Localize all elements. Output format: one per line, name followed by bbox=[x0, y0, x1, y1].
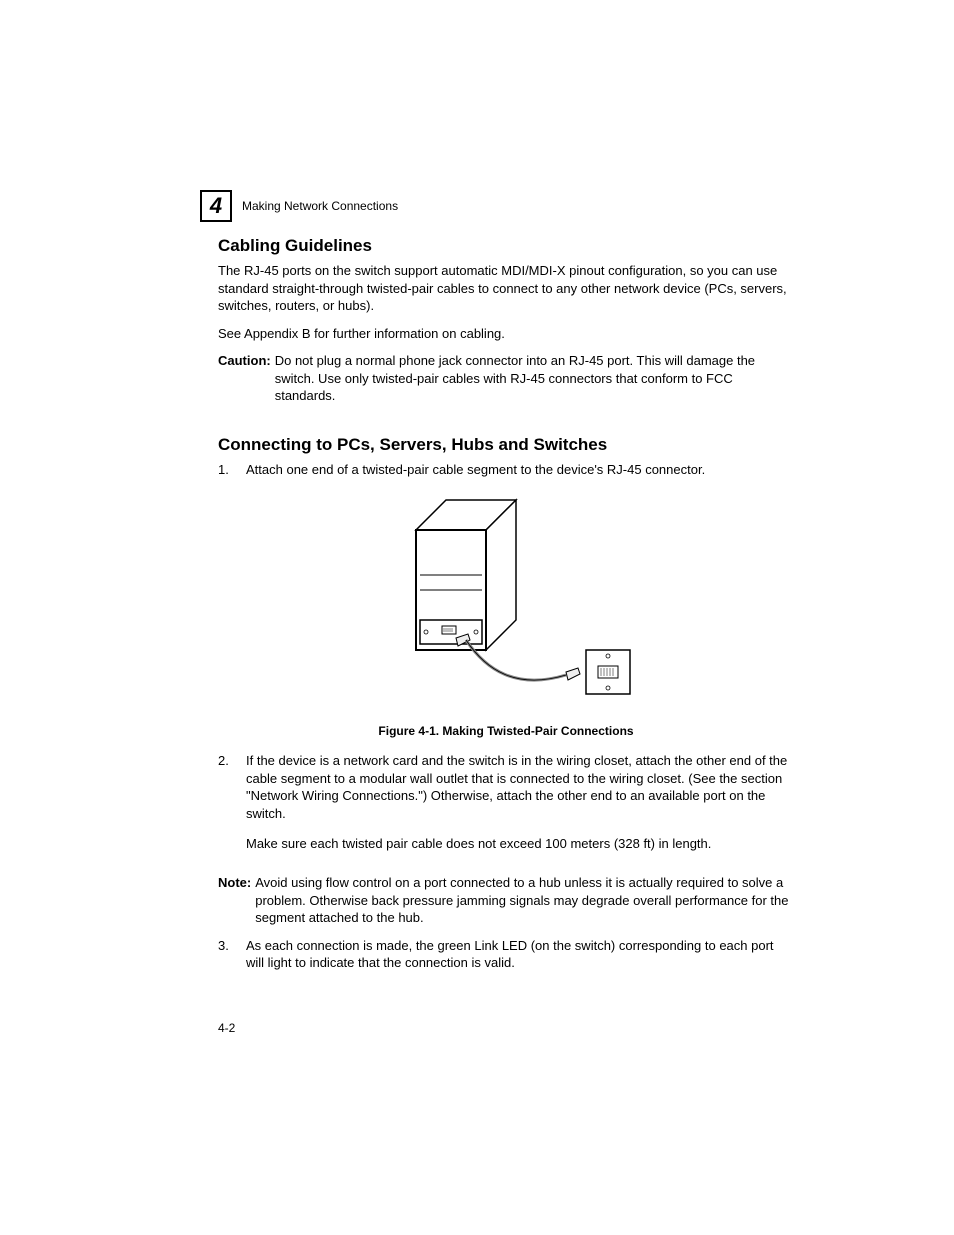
list-number: 1. bbox=[218, 461, 246, 479]
list-body: Make sure each twisted pair cable does n… bbox=[246, 835, 794, 853]
list-item: 1. Attach one end of a twisted-pair cabl… bbox=[218, 461, 794, 479]
list-body: As each connection is made, the green Li… bbox=[246, 937, 794, 972]
list-number: 3. bbox=[218, 937, 246, 972]
list-item: 2. If the device is a network card and t… bbox=[218, 752, 794, 864]
note-label: Note: bbox=[218, 874, 255, 927]
section-title-cabling: Cabling Guidelines bbox=[218, 236, 794, 256]
page-header: 4 Making Network Connections bbox=[200, 190, 398, 222]
body-text: See Appendix B for further information o… bbox=[218, 325, 794, 343]
note-text: Avoid using flow control on a port conne… bbox=[255, 874, 794, 927]
page-number: 4-2 bbox=[218, 1021, 235, 1035]
caution-block: Caution: Do not plug a normal phone jack… bbox=[218, 352, 794, 405]
caution-label: Caution: bbox=[218, 352, 275, 405]
chapter-number: 4 bbox=[210, 193, 222, 219]
figure-caption: Figure 4-1. Making Twisted-Pair Connecti… bbox=[218, 724, 794, 738]
list-body: Attach one end of a twisted-pair cable s… bbox=[246, 461, 794, 479]
figure-4-1: Figure 4-1. Making Twisted-Pair Connecti… bbox=[218, 490, 794, 738]
note-block: Note: Avoid using flow control on a port… bbox=[218, 874, 794, 927]
caution-text: Do not plug a normal phone jack connecto… bbox=[275, 352, 794, 405]
twisted-pair-diagram-icon bbox=[376, 490, 636, 710]
list-body: If the device is a network card and the … bbox=[246, 752, 794, 822]
chapter-title: Making Network Connections bbox=[242, 199, 398, 213]
list-item: 3. As each connection is made, the green… bbox=[218, 937, 794, 972]
body-text: The RJ-45 ports on the switch support au… bbox=[218, 262, 794, 315]
section-title-connecting: Connecting to PCs, Servers, Hubs and Swi… bbox=[218, 435, 794, 455]
list-number: 2. bbox=[218, 752, 246, 864]
chapter-badge: 4 bbox=[200, 190, 232, 222]
